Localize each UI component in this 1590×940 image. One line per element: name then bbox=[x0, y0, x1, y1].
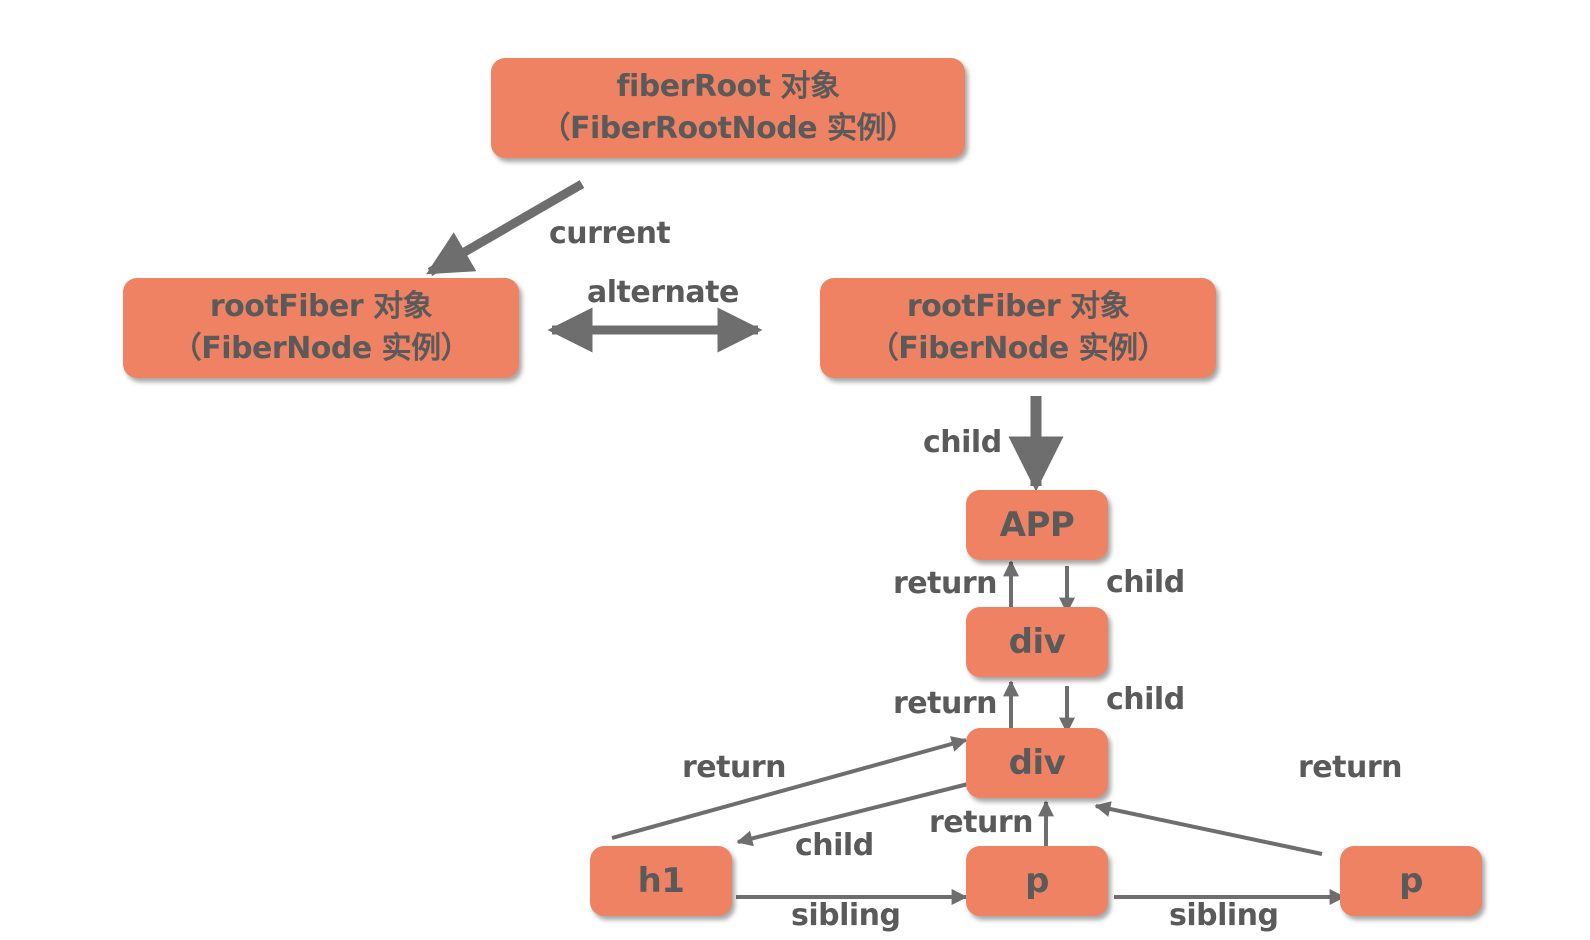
node-label: rootFiber 对象 bbox=[209, 289, 433, 324]
label-current: current bbox=[549, 216, 671, 251]
label-alternate: alternate bbox=[587, 275, 739, 310]
node-label: h1 bbox=[637, 861, 685, 901]
label-div1-return: return bbox=[893, 566, 998, 601]
node-sublabel: （FiberRootNode 实例） bbox=[540, 111, 916, 146]
node-label: div bbox=[1008, 743, 1066, 783]
node-rootfiber-alternate: rootFiber 对象 （FiberNode 实例） bbox=[820, 278, 1216, 378]
label-p1-return: return bbox=[929, 805, 1034, 840]
node-label: div bbox=[1008, 622, 1066, 662]
node-label: rootFiber 对象 bbox=[906, 289, 1130, 324]
node-app: APP bbox=[966, 490, 1108, 560]
label-app-child: child bbox=[1106, 565, 1185, 600]
node-p-2: p bbox=[1340, 846, 1482, 916]
label-p1-sibling: sibling bbox=[1169, 898, 1279, 933]
node-label: APP bbox=[999, 505, 1075, 545]
node-sublabel: （FiberNode 实例） bbox=[171, 331, 471, 366]
node-label: p bbox=[1025, 861, 1049, 901]
edge-h1-return bbox=[611, 736, 968, 840]
node-div-2: div bbox=[966, 728, 1108, 798]
node-fiberroot: fiberRoot 对象 （FiberRootNode 实例） bbox=[491, 58, 965, 158]
label-div2-child: child bbox=[795, 828, 874, 863]
edge-p2-return bbox=[1094, 801, 1323, 856]
node-p-1: p bbox=[966, 846, 1108, 916]
node-h1: h1 bbox=[590, 846, 732, 916]
label-div2-return: return bbox=[893, 686, 998, 721]
label-div1-child: child bbox=[1106, 682, 1185, 717]
label-p2-return: return bbox=[1298, 750, 1403, 785]
node-rootfiber-current: rootFiber 对象 （FiberNode 实例） bbox=[123, 278, 519, 378]
node-div-1: div bbox=[966, 607, 1108, 677]
label-h1-sibling: sibling bbox=[791, 898, 901, 933]
node-label: fiberRoot 对象 bbox=[616, 69, 840, 104]
label-h1-return: return bbox=[682, 750, 787, 785]
label-rootfiber-child: child bbox=[923, 425, 1002, 460]
node-label: p bbox=[1399, 861, 1423, 901]
node-sublabel: （FiberNode 实例） bbox=[868, 331, 1168, 366]
